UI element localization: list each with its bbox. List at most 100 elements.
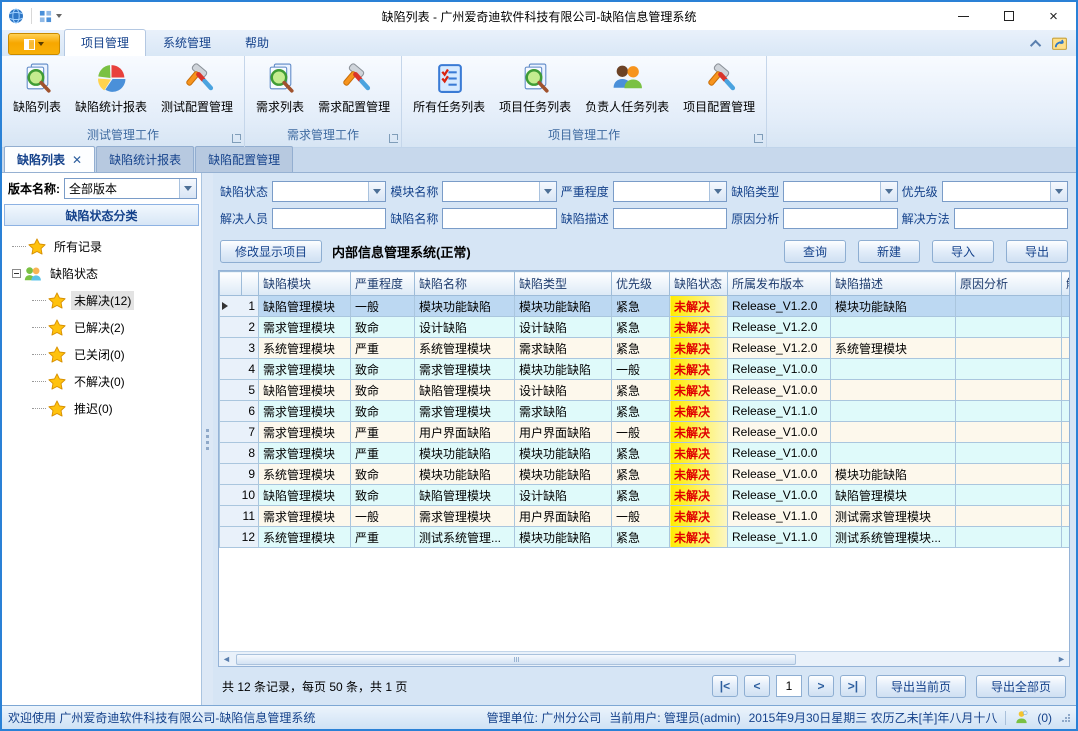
table-cell[interactable]: 紧急 — [612, 338, 670, 359]
table-cell[interactable]: 需求管理模块 — [259, 506, 351, 527]
table-cell[interactable] — [831, 422, 956, 443]
table-cell[interactable]: 缺陷管理模块 — [259, 380, 351, 401]
column-header[interactable]: 原因分析 — [956, 272, 1062, 296]
query-button[interactable]: 查询 — [784, 240, 846, 263]
chevron-down-icon[interactable] — [539, 182, 556, 201]
new-button[interactable]: 新建 — [858, 240, 920, 263]
project-task-list-button[interactable]: 项目任务列表 — [492, 58, 578, 117]
project-config-management-button[interactable]: 项目配置管理 — [676, 58, 762, 117]
column-header[interactable]: 解决方法 — [1062, 272, 1070, 296]
table-cell[interactable]: 用户界面缺陷 — [415, 422, 515, 443]
scroll-left-icon[interactable]: ◄ — [219, 652, 234, 666]
table-cell[interactable]: 设计缺陷 — [515, 485, 612, 506]
table-cell[interactable]: 未解决 — [670, 506, 728, 527]
pager-page-input[interactable] — [776, 675, 802, 697]
table-cell[interactable]: 紧急 — [612, 401, 670, 422]
table-cell[interactable] — [956, 422, 1062, 443]
table-cell[interactable]: 未解决 — [670, 338, 728, 359]
table-cell[interactable] — [831, 317, 956, 338]
table-cell[interactable]: 未解决 — [670, 422, 728, 443]
table-cell[interactable] — [831, 359, 956, 380]
table-cell[interactable]: 致命 — [351, 401, 415, 422]
table-cell[interactable]: 严重 — [351, 422, 415, 443]
table-row[interactable]: 1缺陷管理模块一般模块功能缺陷模块功能缺陷紧急未解决Release_V1.2.0… — [220, 296, 1070, 317]
collapse-node-icon[interactable] — [12, 269, 21, 278]
table-row[interactable]: 3系统管理模块严重系统管理模块需求缺陷紧急未解决Release_V1.2.0系统… — [220, 338, 1070, 359]
table-cell[interactable] — [831, 380, 956, 401]
table-cell[interactable]: 致命 — [351, 359, 415, 380]
table-cell[interactable]: 测试需求管理模块 — [831, 506, 956, 527]
table-cell[interactable]: 未解决 — [670, 296, 728, 317]
doc-tab-defect-stats-report[interactable]: 缺陷统计报表 — [96, 146, 194, 172]
table-cell[interactable]: 模块功能缺陷 — [831, 296, 956, 317]
table-cell[interactable]: 需求管理模块 — [259, 422, 351, 443]
table-cell[interactable]: 测试系统管理... — [415, 527, 515, 548]
table-cell[interactable]: 致命 — [351, 317, 415, 338]
table-cell[interactable]: 模块功能缺陷 — [515, 443, 612, 464]
table-cell[interactable]: 系统管理模块 — [831, 338, 956, 359]
filter-defect-status-combo[interactable] — [272, 181, 386, 202]
table-cell[interactable]: 一般 — [351, 296, 415, 317]
defect-list-button[interactable]: 缺陷列表 — [6, 58, 68, 117]
table-cell[interactable]: 缺陷管理模块 — [415, 485, 515, 506]
pager-last-button[interactable]: >| — [840, 675, 866, 697]
table-cell[interactable]: Release_V1.1.0 — [728, 401, 831, 422]
filter-defect-name-input[interactable] — [442, 208, 556, 229]
table-cell[interactable] — [956, 464, 1062, 485]
table-cell[interactable]: Release_V1.0.0 — [728, 422, 831, 443]
panel-splitter[interactable] — [202, 173, 213, 705]
chevron-down-icon[interactable] — [880, 182, 897, 201]
table-cell[interactable]: 需求管理模块 — [415, 359, 515, 380]
export-current-page-button[interactable]: 导出当前页 — [876, 675, 966, 698]
table-cell[interactable] — [1062, 296, 1070, 317]
table-cell[interactable]: 未解决 — [670, 443, 728, 464]
table-cell[interactable] — [956, 359, 1062, 380]
table-cell[interactable]: 系统管理模块 — [259, 527, 351, 548]
filter-defect-type-combo[interactable] — [783, 181, 897, 202]
filter-priority-combo[interactable] — [942, 181, 1068, 202]
ribbon-tab-system-management[interactable]: 系统管理 — [146, 29, 228, 56]
scroll-thumb[interactable] — [236, 654, 796, 665]
table-cell[interactable] — [831, 443, 956, 464]
filter-severity-combo[interactable] — [613, 181, 727, 202]
table-cell[interactable]: 一般 — [612, 506, 670, 527]
chevron-down-icon[interactable] — [709, 182, 726, 201]
owner-task-list-button[interactable]: 负责人任务列表 — [578, 58, 676, 117]
ribbon-tab-project-management[interactable]: 项目管理 — [64, 29, 146, 56]
export-all-pages-button[interactable]: 导出全部页 — [976, 675, 1066, 698]
table-cell[interactable]: 致命 — [351, 485, 415, 506]
table-row[interactable]: 10缺陷管理模块致命缺陷管理模块设计缺陷紧急未解决Release_V1.0.0缺… — [220, 485, 1070, 506]
chevron-down-icon[interactable] — [368, 182, 385, 201]
table-cell[interactable]: 致命 — [351, 464, 415, 485]
table-cell[interactable]: 紧急 — [612, 317, 670, 338]
table-cell[interactable] — [956, 485, 1062, 506]
table-cell[interactable] — [1062, 485, 1070, 506]
table-cell[interactable]: 缺陷管理模块 — [259, 485, 351, 506]
table-cell[interactable]: 系统管理模块 — [259, 464, 351, 485]
quick-access-toolbar-button[interactable] — [39, 10, 62, 23]
table-cell[interactable]: Release_V1.0.0 — [728, 443, 831, 464]
table-cell[interactable] — [1062, 443, 1070, 464]
table-row[interactable]: 4需求管理模块致命需求管理模块模块功能缺陷一般未解决Release_V1.0.0 — [220, 359, 1070, 380]
table-cell[interactable]: Release_V1.2.0 — [728, 338, 831, 359]
table-row[interactable]: 5缺陷管理模块致命缺陷管理模块设计缺陷紧急未解决Release_V1.0.0 — [220, 380, 1070, 401]
filter-resolver-input[interactable] — [272, 208, 386, 229]
table-cell[interactable]: 未解决 — [670, 485, 728, 506]
table-cell[interactable]: 未解决 — [670, 359, 728, 380]
table-cell[interactable]: 未解决 — [670, 380, 728, 401]
table-cell[interactable]: 系统管理模块 — [415, 338, 515, 359]
table-cell[interactable] — [1062, 359, 1070, 380]
table-cell[interactable]: 严重 — [351, 443, 415, 464]
table-cell[interactable] — [1062, 401, 1070, 422]
table-cell[interactable]: 系统管理模块 — [259, 338, 351, 359]
column-header[interactable]: 缺陷描述 — [831, 272, 956, 296]
filter-module-name-combo[interactable] — [442, 181, 556, 202]
collapse-ribbon-icon[interactable] — [1030, 39, 1041, 50]
table-cell[interactable] — [956, 443, 1062, 464]
tree-item[interactable]: 已解决(2) — [2, 314, 201, 341]
modify-display-items-button[interactable]: 修改显示项目 — [220, 240, 322, 263]
table-cell[interactable]: 模块功能缺陷 — [415, 443, 515, 464]
table-row[interactable]: 8需求管理模块严重模块功能缺陷模块功能缺陷紧急未解决Release_V1.0.0 — [220, 443, 1070, 464]
table-cell[interactable]: 严重 — [351, 527, 415, 548]
table-cell[interactable]: 需求缺陷 — [515, 401, 612, 422]
